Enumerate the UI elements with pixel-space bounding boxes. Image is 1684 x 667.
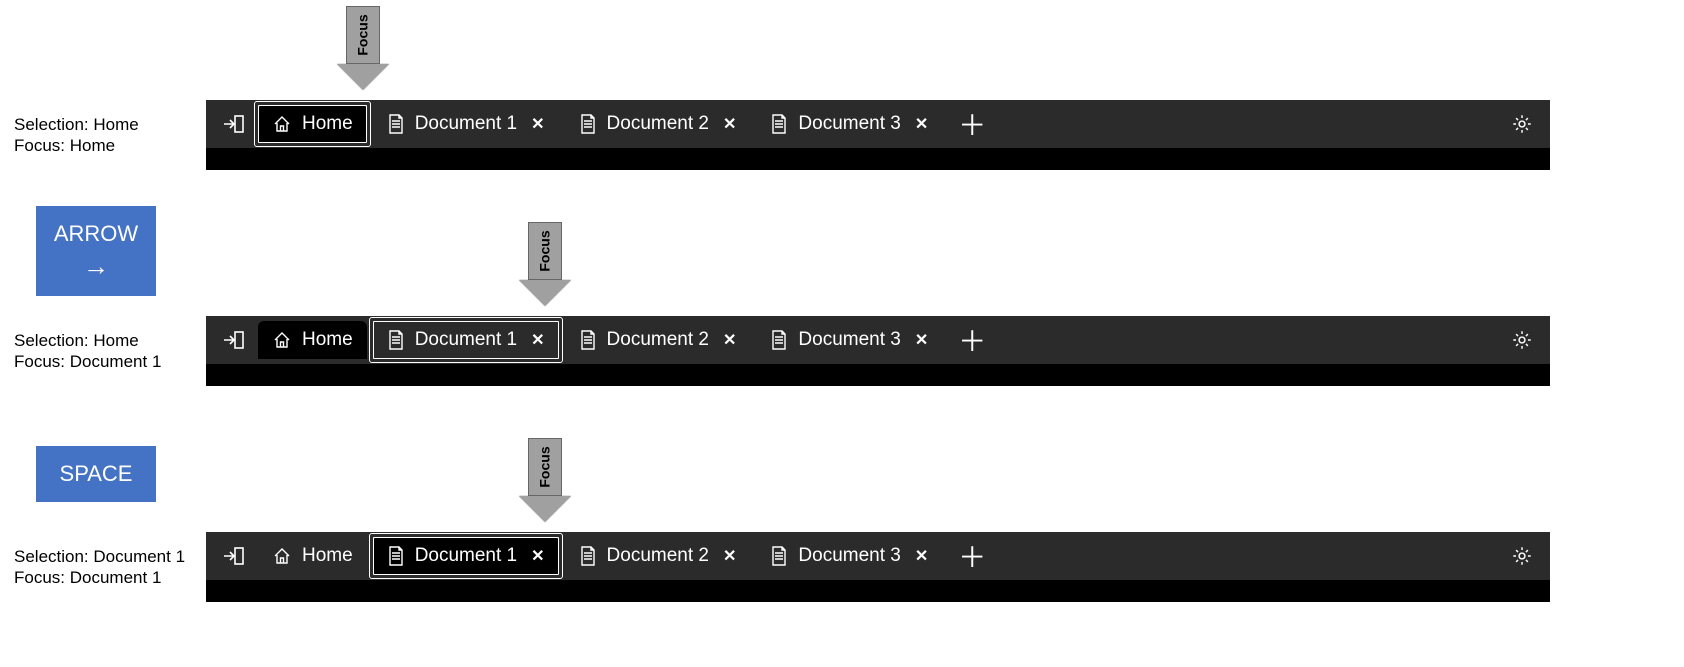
close-icon[interactable]: ✕ (915, 546, 928, 566)
selection-line: Selection: Home (14, 114, 139, 135)
focus-line: Focus: Home (14, 135, 139, 156)
status-text: Selection: Home Focus: Document 1 (14, 330, 161, 373)
status-text: Selection: Document 1 Focus: Document 1 (14, 546, 185, 589)
arrow-right-icon: → (83, 251, 109, 282)
tab-label: Document 1 (415, 329, 517, 351)
selection-line: Selection: Home (14, 330, 161, 351)
add-tab-button[interactable]: ＋ (954, 538, 990, 574)
focus-pointer-label: Focus (537, 446, 553, 487)
tab-label: Home (302, 545, 353, 567)
tab-label: Home (302, 113, 353, 135)
document-icon (387, 330, 405, 350)
tab-document-1[interactable]: Document 1 ✕ (373, 537, 559, 575)
tab-document-2[interactable]: Document 2 ✕ (565, 537, 751, 575)
key-label: SPACE (60, 461, 133, 487)
close-icon[interactable]: ✕ (531, 114, 544, 134)
settings-button[interactable] (1504, 322, 1540, 358)
tabstrip: Home Document 1 ✕ Document 2 ✕ (206, 316, 1550, 386)
tab-document-1[interactable]: Document 1 ✕ (373, 105, 559, 143)
focus-pointer-label: Focus (537, 230, 553, 271)
selection-line: Selection: Document 1 (14, 546, 185, 567)
focus-line: Focus: Document 1 (14, 351, 161, 372)
close-icon[interactable]: ✕ (531, 330, 544, 350)
tab-document-2[interactable]: Document 2 ✕ (565, 105, 751, 143)
tab-home[interactable]: Home (258, 537, 367, 575)
tab-label: Document 2 (607, 545, 709, 567)
document-icon (387, 114, 405, 134)
document-icon (579, 330, 597, 350)
document-icon (387, 546, 405, 566)
tab-document-3[interactable]: Document 3 ✕ (756, 321, 942, 359)
close-icon[interactable]: ✕ (723, 330, 736, 350)
tabstrip: Home Document 1 ✕ Document 2 ✕ (206, 532, 1550, 602)
tab-document-2[interactable]: Document 2 ✕ (565, 321, 751, 359)
tab-label: Document 2 (607, 329, 709, 351)
focus-pointer-label: Focus (355, 14, 371, 55)
close-icon[interactable]: ✕ (723, 114, 736, 134)
home-icon (272, 330, 292, 350)
add-tab-button[interactable]: ＋ (954, 322, 990, 358)
settings-button[interactable] (1504, 538, 1540, 574)
tab-document-1[interactable]: Document 1 ✕ (373, 321, 559, 359)
tab-document-3[interactable]: Document 3 ✕ (756, 537, 942, 575)
key-label: ARROW (54, 221, 138, 247)
home-icon (272, 114, 292, 134)
tab-label: Document 2 (607, 113, 709, 135)
close-icon[interactable]: ✕ (915, 330, 928, 350)
focus-pointer: Focus (337, 6, 389, 90)
add-tab-button[interactable]: ＋ (954, 106, 990, 142)
document-icon (770, 546, 788, 566)
tab-label: Document 1 (415, 113, 517, 135)
close-icon[interactable]: ✕ (531, 546, 544, 566)
status-text: Selection: Home Focus: Home (14, 114, 139, 157)
focus-pointer: Focus (519, 438, 571, 522)
close-icon[interactable]: ✕ (915, 114, 928, 134)
tab-overflow-button[interactable] (216, 322, 252, 358)
document-icon (579, 546, 597, 566)
home-icon (272, 546, 292, 566)
tab-document-3[interactable]: Document 3 ✕ (756, 105, 942, 143)
focus-line: Focus: Document 1 (14, 567, 185, 588)
tab-overflow-button[interactable] (216, 106, 252, 142)
tab-home[interactable]: Home (258, 321, 367, 359)
tab-home[interactable]: Home (258, 105, 367, 143)
tab-label: Document 3 (798, 545, 900, 567)
tabstrip: Home Document 1 ✕ Document 2 ✕ (206, 100, 1550, 170)
close-icon[interactable]: ✕ (723, 546, 736, 566)
focus-pointer: Focus (519, 222, 571, 306)
tab-label: Home (302, 329, 353, 351)
tab-overflow-button[interactable] (216, 538, 252, 574)
tab-label: Document 3 (798, 329, 900, 351)
settings-button[interactable] (1504, 106, 1540, 142)
document-icon (770, 330, 788, 350)
document-icon (579, 114, 597, 134)
tab-label: Document 1 (415, 545, 517, 567)
tab-label: Document 3 (798, 113, 900, 135)
document-icon (770, 114, 788, 134)
key-space: SPACE (36, 446, 156, 502)
key-arrow-right: ARROW → (36, 206, 156, 296)
